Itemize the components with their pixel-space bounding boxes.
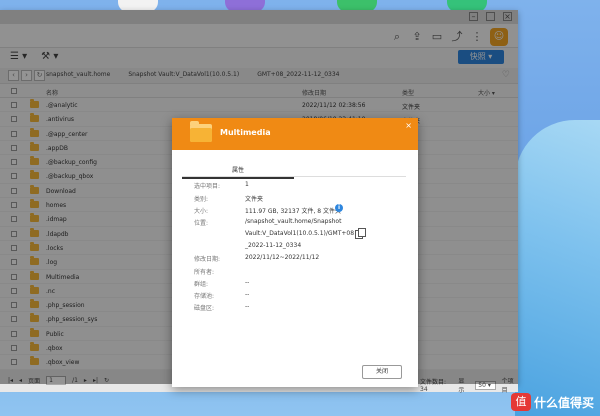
field-label: 磁盘区: (194, 305, 215, 312)
field-value: 1 (245, 181, 249, 188)
field-label: 群组: (194, 281, 209, 288)
field-value: -- (245, 291, 250, 298)
field-value: Vault:V_DataVol1(10.0.5.1)/GMT+08 (245, 230, 355, 237)
field-label: 位置: (194, 220, 209, 227)
desktop-wallpaper-shape (515, 120, 600, 416)
field-value: 2022/11/12~2022/11/12 (245, 254, 320, 261)
info-icon[interactable]: i (335, 204, 343, 212)
field-value: _2022-11-12_0334 (245, 242, 302, 249)
field-label: 存储池: (194, 293, 215, 300)
watermark-text: 什么值得买 (533, 395, 594, 410)
field-value: -- (245, 303, 250, 310)
field-label: 所有者: (194, 269, 215, 276)
dialog-title: Multimedia (220, 128, 271, 137)
field-label: 选中项目: (194, 183, 221, 190)
watermark-logo-icon: 值 (510, 393, 531, 411)
field-label: 大小: (194, 208, 209, 215)
properties-dialog: Multimedia × 属性 选中项目: 1 类别: 文件夹 大小: 111.97 GB… (172, 118, 418, 387)
field-label: 修改日期: (194, 256, 221, 263)
field-value: 文件夹 (245, 196, 264, 203)
folder-icon (190, 121, 212, 142)
tab-divider (182, 176, 406, 177)
watermark: 值 什么值得买 (510, 393, 594, 411)
copy-icon[interactable] (355, 228, 366, 239)
dialog-close-icon[interactable]: × (405, 121, 412, 130)
field-value: 111.97 GB, 32137 文件, 8 文件夹 (245, 208, 342, 215)
field-value: /snapshot_vault.home/Snapshot (245, 218, 342, 225)
close-button[interactable]: 关闭 (362, 365, 402, 379)
field-label: 类别: (194, 196, 209, 203)
dialog-header: Multimedia × (172, 118, 418, 150)
field-value: -- (245, 279, 250, 286)
